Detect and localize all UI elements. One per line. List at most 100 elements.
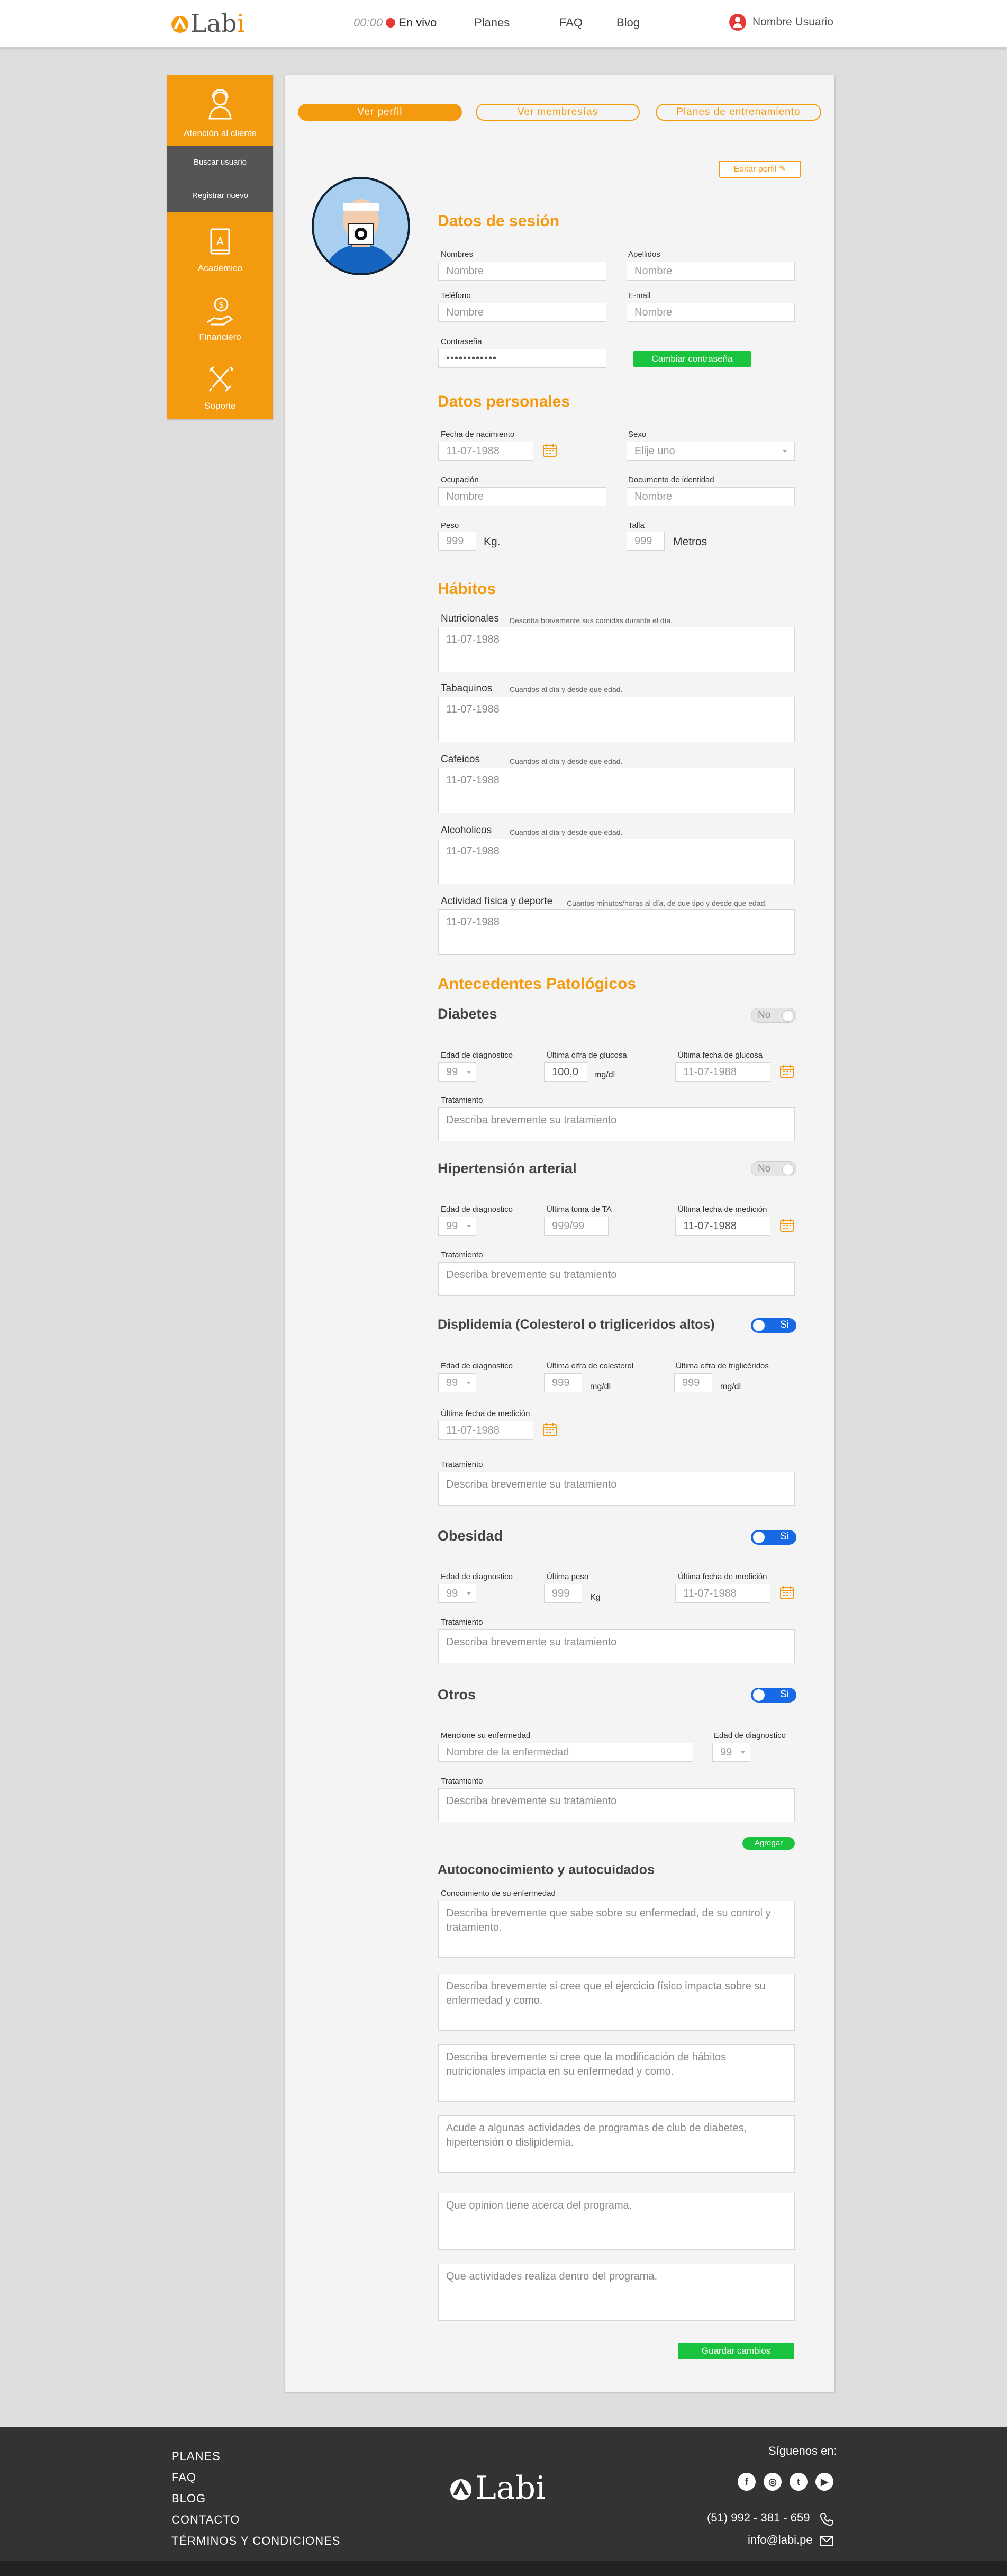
tab-ver-membresias[interactable]: Ver membresías	[476, 104, 640, 121]
tab-ver-perfil[interactable]: Ver perfil	[298, 104, 462, 121]
apellidos-input[interactable]: Nombre	[627, 262, 795, 281]
habit-hint: Describa brevemente sus comidas durante …	[510, 616, 673, 625]
logo[interactable]: Labi	[170, 7, 244, 39]
toggle-knob	[753, 1320, 765, 1331]
nav-blog[interactable]: Blog	[616, 16, 640, 30]
knowledge-textarea-5[interactable]: Que opinion tiene acerca del programa.	[438, 2193, 795, 2250]
change-password-button[interactable]: Cambiar contraseña	[633, 351, 751, 367]
dislipidemia-toggle[interactable]: Si	[751, 1318, 796, 1333]
disease-input[interactable]: Nombre de la enfermedad	[438, 1743, 693, 1762]
knowledge-textarea-6[interactable]: Que actividades realiza dentro del progr…	[438, 2264, 795, 2321]
instagram-icon[interactable]: ◎	[764, 2473, 782, 2491]
habit-alcoholicos-textarea[interactable]: 11-07-1988	[438, 839, 795, 884]
calendar-icon[interactable]	[542, 443, 557, 457]
habit-actividad-textarea[interactable]: 11-07-1988	[438, 909, 795, 955]
money-hand-icon: $	[207, 297, 233, 326]
calendar-icon[interactable]	[779, 1585, 794, 1600]
sex-select[interactable]: Elije uno	[627, 442, 795, 461]
knowledge-textarea-4[interactable]: Acude a algunas actividades de programas…	[438, 2115, 795, 2173]
email-address[interactable]: info@labi.pe	[748, 2533, 813, 2547]
calendar-icon[interactable]	[779, 1218, 794, 1232]
dislipidemia-date-input[interactable]: 11-07-1988	[438, 1421, 533, 1440]
habit-label: Tabaquinos	[441, 683, 493, 694]
cholesterol-input[interactable]: 999	[544, 1373, 582, 1392]
glucose-input[interactable]: 100,0	[544, 1062, 587, 1082]
dislipidemia-treatment-textarea[interactable]: Describa brevemente su tratamiento	[438, 1472, 795, 1506]
knowledge-textarea-3[interactable]: Describa brevemente si cree que la modif…	[438, 2044, 795, 2102]
chevron-down-icon	[467, 1382, 471, 1384]
sidebar-item-atencion[interactable]: Atención al cliente	[167, 86, 273, 139]
glucose-label: Última cifra de glucosa	[547, 1051, 627, 1060]
submenu-buscar-usuario[interactable]: Buscar usuario	[167, 146, 273, 179]
avatar-photo	[314, 179, 408, 273]
calendar-icon[interactable]	[542, 1422, 557, 1437]
age-label: Edad de diagnostico	[441, 1205, 513, 1214]
height-label: Talla	[628, 521, 645, 530]
hipertension-toggle[interactable]: No	[751, 1161, 796, 1176]
user-menu[interactable]: Nombre Usuario	[729, 14, 833, 31]
footer-link-blog[interactable]: BLOG	[171, 2492, 206, 2506]
sidebar-item-soporte[interactable]: Soporte	[167, 364, 273, 411]
treatment-label: Tratamiento	[441, 1460, 483, 1469]
top-bar: Labi 00:00 En vivo Planes FAQ Blog Nombr…	[0, 0, 1007, 48]
ta-date-input[interactable]: 11-07-1988	[675, 1217, 770, 1236]
weight-input[interactable]: 999	[438, 532, 476, 551]
edit-profile-button[interactable]: Editar perfil ✎	[719, 161, 801, 178]
sidebar-submenu: Buscar usuario Registrar nuevo	[167, 146, 273, 212]
calendar-icon[interactable]	[779, 1064, 794, 1078]
habit-tabaquinos-textarea[interactable]: 11-07-1988	[438, 697, 795, 742]
obesidad-toggle[interactable]: Si	[751, 1530, 796, 1545]
otros-treatment-textarea[interactable]: Describa brevemente su tratamiento	[438, 1788, 795, 1822]
telefono-input[interactable]: Nombre	[438, 303, 606, 322]
knowledge-textarea-1[interactable]: Describa brevemente que sabe sobre su en…	[438, 1901, 795, 1958]
chevron-down-icon	[467, 1225, 471, 1228]
triglycerides-input[interactable]: 999	[674, 1373, 712, 1392]
nav-faq[interactable]: FAQ	[559, 16, 583, 30]
otros-toggle[interactable]: Si	[751, 1688, 796, 1703]
glucose-date-input[interactable]: 11-07-1988	[675, 1062, 770, 1082]
nav-planes[interactable]: Planes	[474, 16, 510, 30]
sidebar-item-financiero[interactable]: $ Financiero	[167, 295, 273, 343]
youtube-icon[interactable]: ▶	[815, 2473, 833, 2491]
footer-link-planes[interactable]: PLANES	[171, 2449, 221, 2463]
sidebar-item-academico[interactable]: A Académico	[167, 226, 273, 274]
save-changes-button[interactable]: Guardar cambios	[678, 2343, 794, 2359]
password-label: Contraseña	[441, 337, 482, 346]
footer-link-contacto[interactable]: CONTACTO	[171, 2513, 240, 2527]
toggle-knob	[782, 1010, 794, 1022]
facebook-icon[interactable]: f	[738, 2473, 756, 2491]
svg-text:$: $	[219, 300, 224, 310]
footer-logo[interactable]: Labi	[449, 2470, 546, 2507]
ta-input[interactable]: 999/99	[544, 1217, 609, 1236]
twitter-icon[interactable]: t	[790, 2473, 808, 2491]
birth-input[interactable]: 11-07-1988	[438, 442, 533, 461]
add-button[interactable]: Agregar	[742, 1837, 795, 1850]
occupation-input[interactable]: Nombre	[438, 487, 606, 506]
obesidad-treatment-textarea[interactable]: Describa brevemente su tratamiento	[438, 1629, 795, 1663]
footer-link-terminos[interactable]: TÉRMINOS Y CONDICIONES	[171, 2534, 340, 2548]
diabetes-treatment-textarea[interactable]: Describa brevemente su tratamiento	[438, 1107, 795, 1141]
toggle-knob	[782, 1164, 794, 1175]
diabetes-toggle[interactable]: No	[751, 1008, 796, 1023]
obesidad-date-input[interactable]: 11-07-1988	[675, 1584, 770, 1603]
email-input[interactable]: Nombre	[627, 303, 795, 322]
glucose-date-label: Última fecha de glucosa	[678, 1051, 763, 1060]
obesidad-weight-input[interactable]: 999	[544, 1584, 582, 1603]
submenu-registrar-nuevo[interactable]: Registrar nuevo	[167, 179, 273, 212]
knowledge-textarea-2[interactable]: Describa brevemente si cree que el ejerc…	[438, 1974, 795, 2031]
height-input[interactable]: 999	[627, 532, 665, 551]
tab-planes-entrenamiento[interactable]: Planes de entrenamiento	[656, 104, 821, 121]
password-input[interactable]: ••••••••••••	[438, 349, 606, 368]
nombres-input[interactable]: Nombre	[438, 262, 606, 281]
phone-number[interactable]: (51) 992 - 381 - 659	[707, 2511, 810, 2525]
live-indicator[interactable]: 00:00 En vivo	[353, 16, 437, 30]
habit-nutricionales-textarea[interactable]: 11-07-1988	[438, 627, 795, 672]
telefono-label: Teléfono	[441, 291, 471, 300]
profile-avatar[interactable]	[312, 177, 410, 275]
footer-link-faq[interactable]: FAQ	[171, 2471, 196, 2484]
footer-logo-text: Labi	[475, 2470, 546, 2507]
chevron-down-icon	[467, 1592, 471, 1595]
habit-cafeicos-textarea[interactable]: 11-07-1988	[438, 768, 795, 813]
id-input[interactable]: Nombre	[627, 487, 795, 506]
hipertension-treatment-textarea[interactable]: Describa brevemente su tratamiento	[438, 1262, 795, 1296]
